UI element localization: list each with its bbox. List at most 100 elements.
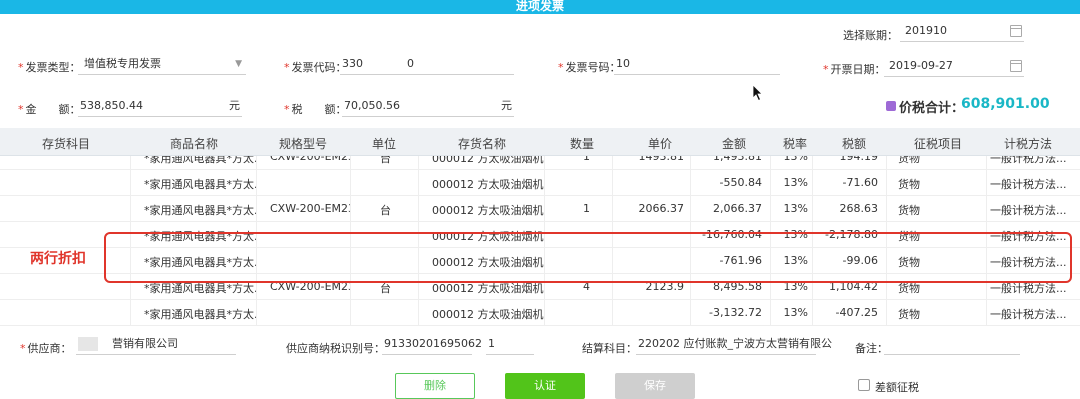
invoice-no-value: 10: [616, 57, 630, 70]
save-button[interactable]: 保存: [615, 373, 695, 399]
col-header-price[interactable]: 单价: [648, 135, 672, 152]
cell-model: CXW-200-EM23: [270, 202, 350, 215]
cell-product: *家用通风电器具*方太...: [144, 308, 256, 321]
table-row[interactable]: *家用通风电器具*方太... 000012 方太吸油烟机... -550.84 13%…: [0, 170, 1080, 196]
issue-date-value: 2019-09-27: [889, 59, 953, 72]
delete-button[interactable]: 删除: [395, 373, 475, 399]
column-divider: [418, 170, 419, 195]
column-divider: [612, 170, 613, 195]
column-divider: [986, 170, 987, 195]
column-divider: [886, 196, 887, 221]
col-header-qty[interactable]: 数量: [570, 135, 594, 152]
column-divider: [418, 196, 419, 221]
cell-unit: 台: [380, 204, 391, 217]
calendar-icon[interactable]: [1010, 60, 1022, 72]
column-divider: [770, 170, 771, 195]
column-divider: [350, 300, 351, 325]
cell-price: 1493.81: [638, 156, 685, 163]
cell-tax: 194.19: [839, 156, 879, 163]
taxid-label: 供应商纳税识别号：: [286, 342, 385, 355]
remark-field[interactable]: [884, 335, 1020, 355]
taxid-field[interactable]: 91330201695062: [382, 335, 482, 355]
period-value: 201910: [905, 24, 947, 37]
column-divider: [544, 170, 545, 195]
invoice-code-value: 330 0: [342, 57, 414, 70]
column-divider: [886, 170, 887, 195]
col-header-rate[interactable]: 税率: [783, 135, 807, 152]
cell-model: CXW-200-EM23: [270, 156, 350, 163]
supplier-avatar: [78, 337, 98, 351]
column-divider: [986, 196, 987, 221]
col-header-item[interactable]: 征税项目: [914, 135, 962, 152]
settle-field[interactable]: 220202 应付账款_宁波方太营销有限公: [636, 335, 832, 355]
column-divider: [770, 196, 771, 221]
table-row[interactable]: *家用通风电器具*方太... CXW-200-EM23 台 000012 方太吸油烟机…: [0, 156, 1080, 170]
cell-method: 一般计税方法...: [990, 308, 1067, 321]
column-divider: [256, 170, 257, 195]
period-label: 选择账期：: [843, 29, 898, 42]
cell-inventory: 000012 方太吸油烟机...: [432, 178, 544, 191]
invoice-type-value: 增值税专用发票: [84, 57, 161, 70]
calendar-icon[interactable]: [1010, 25, 1022, 37]
invoice-no-field[interactable]: 10: [614, 55, 780, 75]
amount-field[interactable]: 538,850.44 元: [78, 97, 242, 117]
cell-tax: -407.25: [835, 306, 878, 319]
supplier-field[interactable]: 营销有限公司: [76, 335, 236, 355]
table-row[interactable]: *家用通风电器具*方太... 000012 方太吸油烟机... -3,132.72 1…: [0, 300, 1080, 326]
diff-tax-checkbox[interactable]: [858, 379, 870, 391]
amount-unit: 元: [229, 99, 240, 112]
cell-method: 一般计税方法...: [990, 156, 1067, 165]
mouse-cursor-icon: [752, 84, 763, 102]
column-divider: [770, 156, 771, 169]
period-picker[interactable]: 201910: [900, 22, 1024, 42]
column-divider: [130, 170, 131, 195]
cell-method: 一般计税方法...: [990, 178, 1067, 191]
total-icon: [886, 101, 896, 111]
cell-unit: 台: [380, 156, 391, 165]
diff-tax-label: 差额征税: [875, 381, 919, 394]
taxid-suffix-field[interactable]: 1: [486, 335, 534, 355]
cell-item: 货物: [898, 156, 920, 165]
tax-field[interactable]: 70,050.56 元: [342, 97, 514, 117]
taxid-value: 91330201695062: [384, 337, 482, 350]
issue-date-label: * 开票日期：: [823, 63, 886, 76]
table-header: 存货科目 商品名称 规格型号 单位 存货名称 数量 单价 金额 税率 税额 征税…: [0, 128, 1080, 156]
cell-qty: 1: [583, 202, 590, 215]
cell-item: 货物: [898, 204, 920, 217]
col-header-model[interactable]: 规格型号: [279, 135, 327, 152]
column-divider: [544, 300, 545, 325]
col-header-tax[interactable]: 税额: [842, 135, 866, 152]
col-header-product[interactable]: 商品名称: [170, 135, 218, 152]
cell-method: 一般计税方法...: [990, 204, 1067, 217]
annotation-text: 两行折扣: [30, 251, 86, 267]
cell-qty: 1: [583, 156, 590, 163]
invoice-type-label: * 发票类型：: [18, 61, 81, 74]
cell-amount: -3,132.72: [709, 306, 762, 319]
col-header-unit[interactable]: 单位: [372, 135, 396, 152]
column-divider: [418, 156, 419, 169]
total-value: 608,901.00: [961, 96, 1050, 112]
column-divider: [812, 170, 813, 195]
settle-label: 结算科目：: [582, 342, 637, 355]
column-divider: [812, 156, 813, 169]
invoice-type-select[interactable]: 增值税专用发票 ▼: [78, 55, 246, 75]
cell-rate: 13%: [783, 202, 808, 215]
cell-item: 货物: [898, 178, 920, 191]
window-title: 进项发票: [515, 0, 564, 13]
invoice-code-field[interactable]: 330 0: [340, 55, 514, 75]
column-divider: [886, 300, 887, 325]
issue-date-picker[interactable]: 2019-09-27: [884, 57, 1024, 77]
col-header-amount[interactable]: 金额: [722, 135, 746, 152]
cell-inventory: 000012 方太吸油烟机...: [432, 156, 544, 165]
supplier-label: * 供应商：: [20, 342, 72, 355]
confirm-button[interactable]: 认证: [505, 373, 585, 399]
tax-value: 70,050.56: [344, 99, 400, 112]
table-row[interactable]: *家用通风电器具*方太... CXW-200-EM23 台 000012 方太吸油烟机…: [0, 196, 1080, 222]
column-divider: [256, 300, 257, 325]
col-header-inventory[interactable]: 存货名称: [458, 135, 506, 152]
window-title-bar: 进项发票: [0, 0, 1080, 14]
cell-inventory: 000012 方太吸油烟机...: [432, 204, 544, 217]
col-header-method[interactable]: 计税方法: [1004, 135, 1052, 152]
tax-label: * 税 额：: [284, 103, 347, 116]
col-header-account[interactable]: 存货科目: [42, 135, 90, 152]
